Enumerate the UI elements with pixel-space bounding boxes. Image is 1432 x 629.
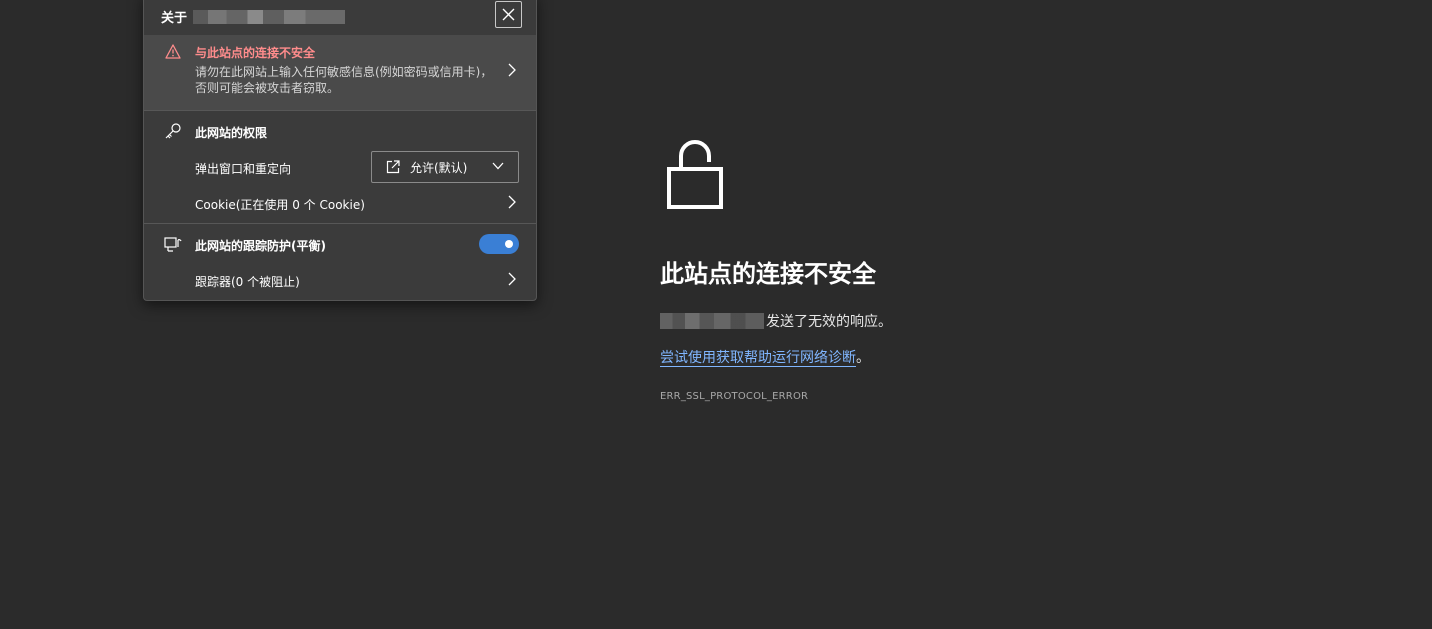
tracking-heading: 此网站的跟踪防护(平衡) (195, 239, 326, 253)
error-help: 尝试使用获取帮助运行网络诊断。 (660, 347, 870, 367)
divider (144, 110, 536, 111)
chevron-right-icon (508, 195, 516, 209)
chevron-down-icon (492, 162, 504, 170)
redacted-site-name (193, 9, 346, 24)
cookies-label: Cookie(正在使用 0 个 Cookie) (195, 198, 365, 212)
warning-description: 请勿在此网站上输入任何敏感信息(例如密码或信用卡)，否则可能会被攻击者窃取。 (195, 65, 493, 95)
site-info-flyout: 关于 与此站点的连接不安全 请勿在此网站上输入任何敏感信息(例如密码或信用卡)，… (143, 0, 537, 301)
network-diagnostics-link[interactable]: 尝试使用获取帮助运行网络诊断 (660, 350, 856, 367)
chevron-right-icon (508, 63, 516, 77)
popups-select[interactable]: 允许(默认) (371, 151, 519, 183)
external-link-icon (386, 160, 400, 174)
chevron-right-icon (508, 272, 516, 286)
redacted-hostname (660, 313, 764, 329)
permissions-heading: 此网站的权限 (195, 126, 268, 140)
connection-warning[interactable]: 与此站点的连接不安全 请勿在此网站上输入任何敏感信息(例如密码或信用卡)，否则可… (144, 35, 536, 110)
popups-label: 弹出窗口和重定向 (195, 162, 292, 176)
cookies-row[interactable]: Cookie(正在使用 0 个 Cookie) (144, 186, 536, 218)
close-button[interactable] (495, 1, 522, 28)
divider (144, 223, 536, 224)
key-icon (165, 123, 181, 139)
trackers-row[interactable]: 跟踪器(0 个被阻止) (144, 263, 536, 295)
flyout-header: 关于 (144, 0, 536, 35)
help-period: 。 (856, 350, 870, 366)
error-title: 此站点的连接不安全 (660, 260, 876, 288)
tracking-prevention-toggle[interactable] (479, 234, 519, 254)
toggle-knob (505, 240, 513, 248)
unlocked-padlock-icon (667, 140, 723, 209)
error-detail: 发送了无效的响应。 (660, 311, 892, 331)
error-detail-text: 发送了无效的响应。 (766, 314, 892, 330)
trackers-label: 跟踪器(0 个被阻止) (195, 275, 300, 289)
warning-triangle-icon (165, 44, 181, 59)
warning-title: 与此站点的连接不安全 (195, 46, 316, 60)
tracking-prevention-icon (164, 237, 182, 252)
popups-select-value: 允许(默认) (410, 160, 468, 175)
error-code: ERR_SSL_PROTOCOL_ERROR (660, 391, 809, 402)
flyout-title: 关于 (161, 7, 346, 26)
flyout-title-prefix: 关于 (161, 11, 188, 26)
close-icon (502, 8, 515, 21)
